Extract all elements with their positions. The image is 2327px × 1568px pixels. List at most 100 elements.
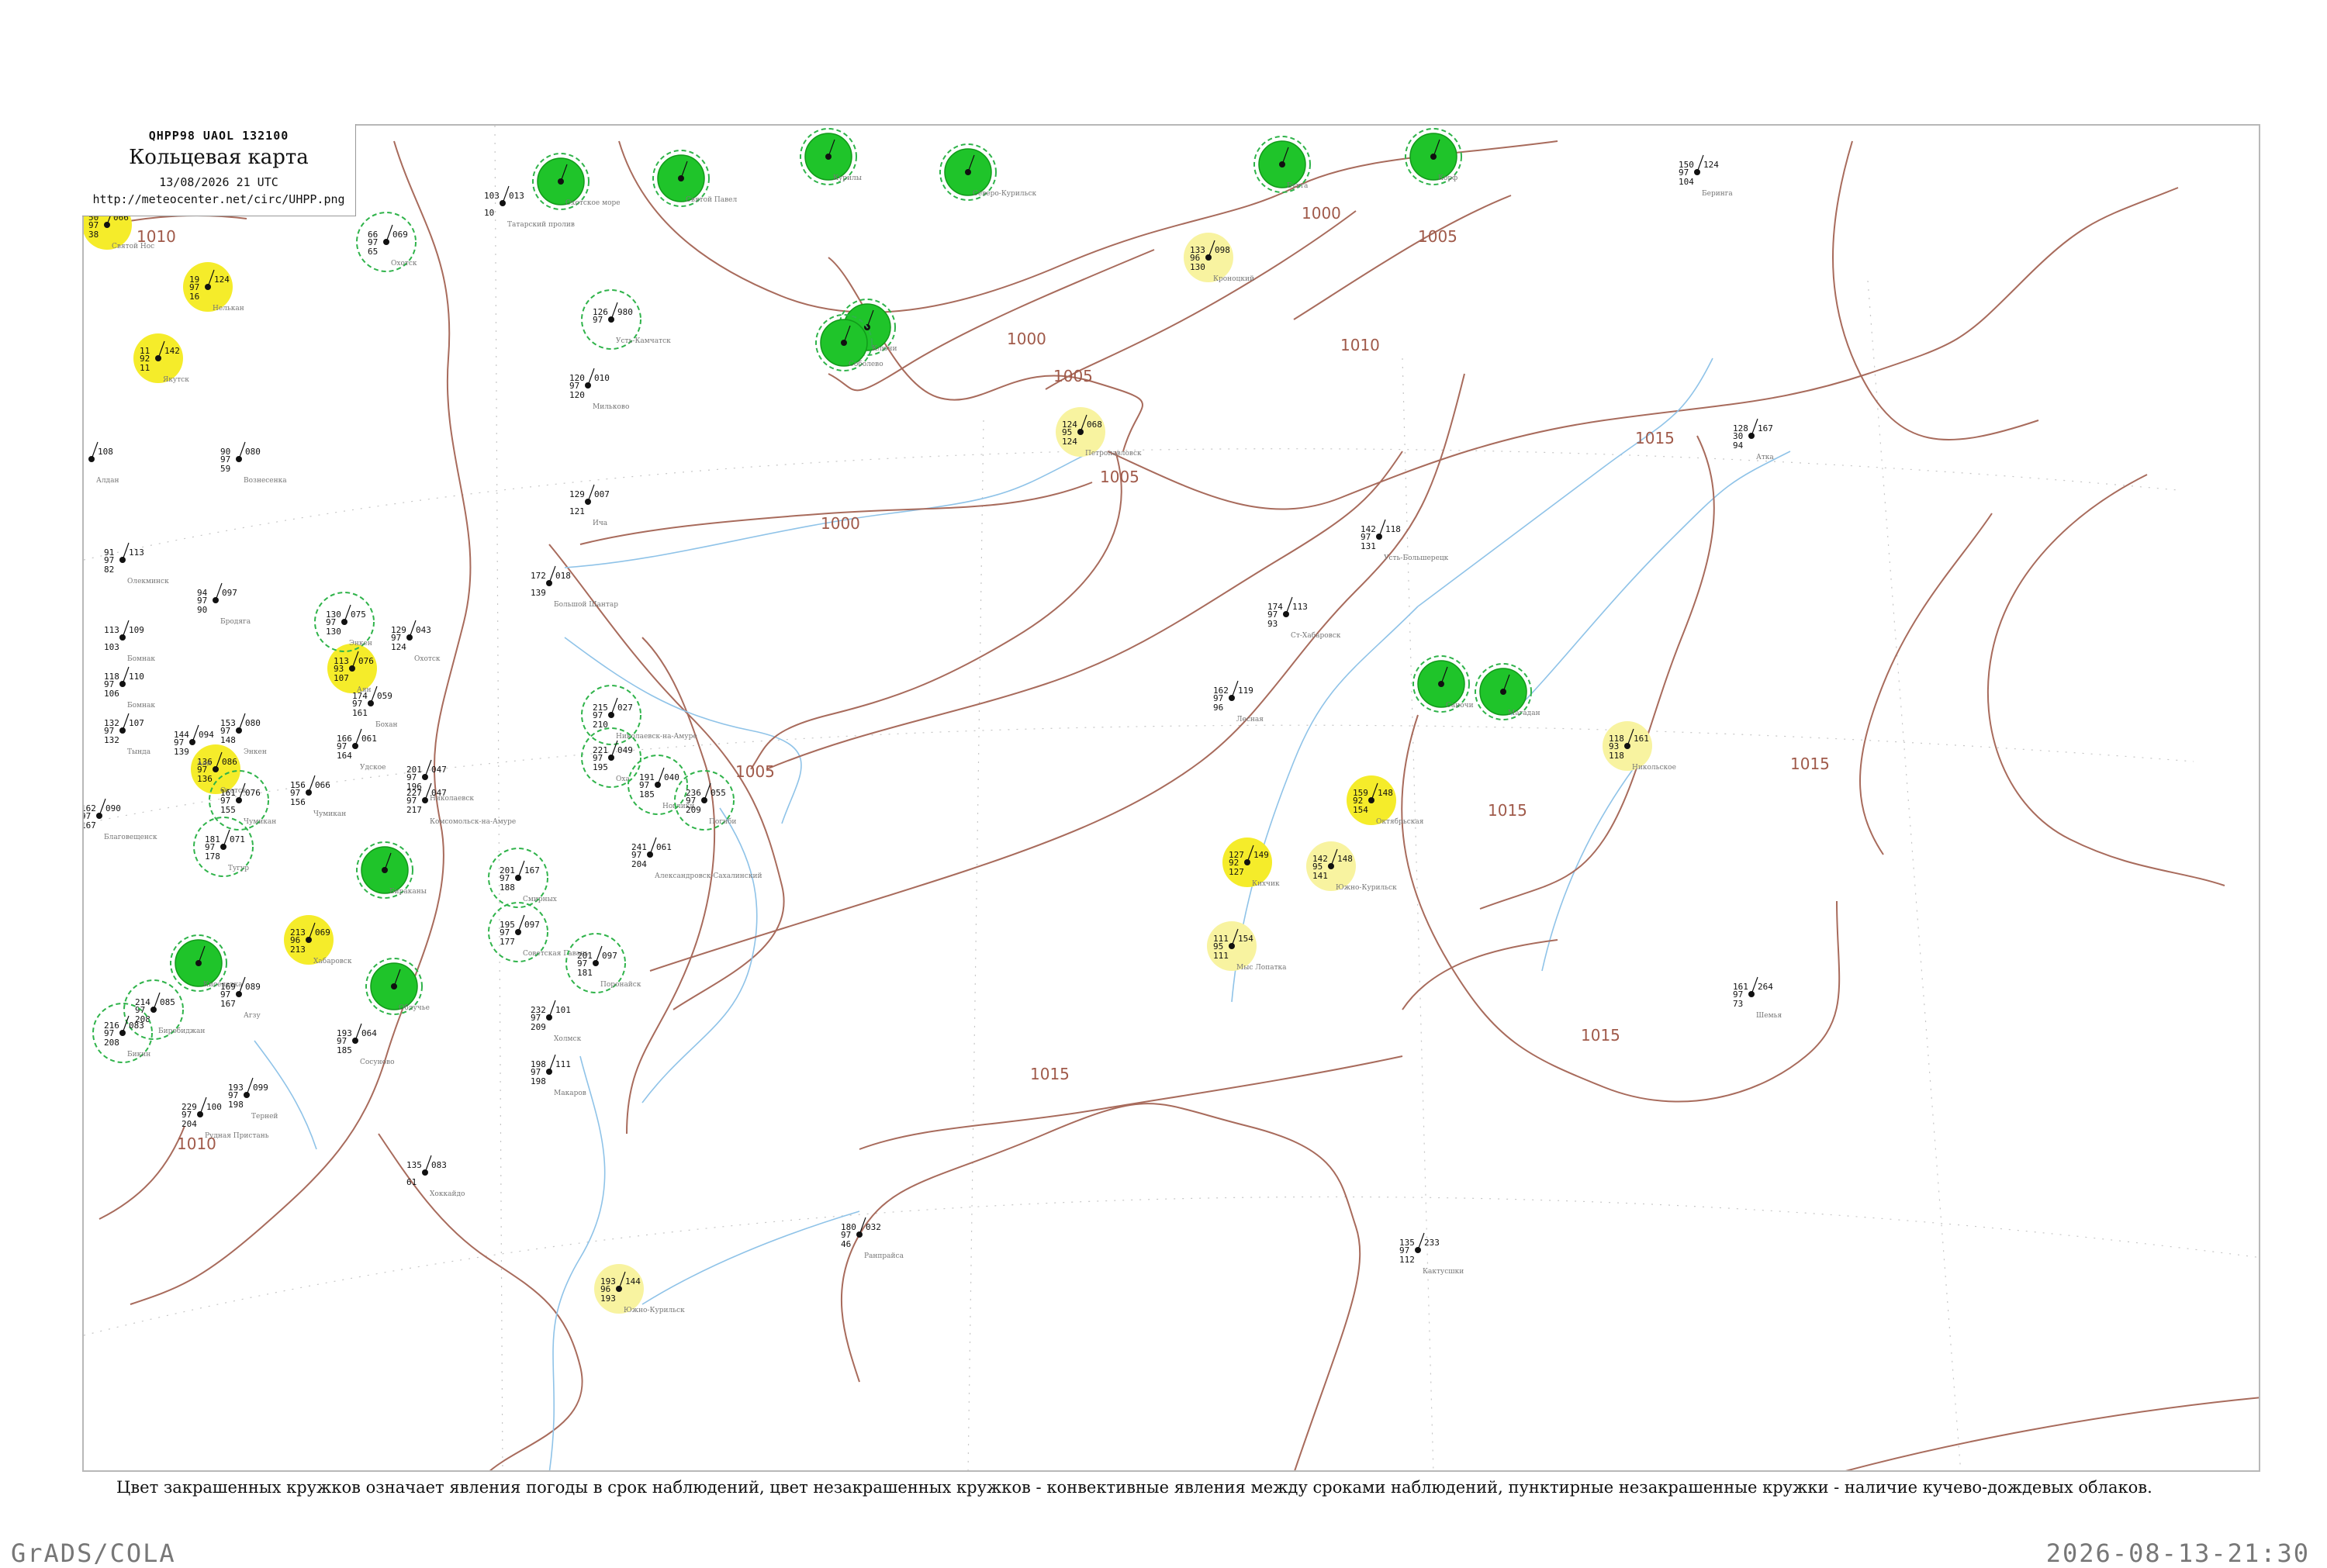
station-name: Мыс Лопатка [1236, 964, 1287, 972]
station-pressure: 161 [1634, 734, 1649, 744]
station-dewpoint: 131 [1361, 541, 1376, 551]
station-st-65[interactable]: 156 06697156Чумикан [290, 775, 346, 818]
station-dewpoint: 73 [1733, 999, 1743, 1009]
wind-barb-icon [649, 837, 657, 855]
isobar-label: 1005 [1053, 367, 1093, 385]
station-dewpoint: 112 [1399, 1255, 1415, 1265]
station-st-06[interactable]: Охотское море [532, 153, 621, 210]
station-st-54[interactable]: 193 06497185Сосуново [337, 1023, 395, 1066]
station-st-70[interactable]: 118 11097106Бомнак [104, 666, 155, 710]
wind-barb-icon [192, 724, 199, 743]
wind-barb-icon [122, 666, 130, 685]
station-st-17[interactable]: 124 06895124Петропавловск [1056, 407, 1142, 458]
station-dewpoint: 94 [1733, 440, 1744, 451]
station-pressure: 047 [431, 788, 447, 798]
station-st-75[interactable]: 94 0979790Бродяга [197, 582, 251, 626]
station-st-16[interactable]: 120 01097120Мильково [569, 368, 629, 411]
station-dewpoint: 16 [189, 292, 199, 302]
station-st-18[interactable]: 150 12497104Беринга [1679, 154, 1733, 198]
station-st-02[interactable]: 19 1249716Нелькан [183, 262, 244, 313]
isobar-label: 1015 [1581, 1026, 1620, 1045]
station-st-60[interactable]: 161 2649773Шемья [1733, 976, 1782, 1020]
map-url[interactable]: http://meteocenter.net/circ/UHPP.png [82, 192, 355, 206]
station-st-44[interactable]: 201 16797188Смирных [488, 848, 557, 908]
station-st-57[interactable]: 135 083 61 Хоккайдо [406, 1155, 465, 1198]
station-st-28[interactable]: 162 1199796Лесная [1213, 680, 1264, 724]
station-st-72[interactable]: 16209097167Благовещенск [84, 798, 157, 841]
station-st-27[interactable]: 130 07597130Энкен [314, 592, 375, 652]
station-dewpoint: 161 [352, 708, 368, 718]
wind-barb-icon [215, 582, 223, 601]
station-st-41[interactable]: Бираканы [356, 841, 427, 899]
station-name: Макаров [554, 1090, 586, 1097]
wind-barb-icon [517, 914, 525, 933]
station-st-52[interactable]: 232 10197209Холмск [531, 1000, 582, 1043]
station-dewpoint: 106 [104, 689, 119, 699]
station-name: Святой Павел [686, 196, 737, 204]
station-dewpoint: 181 [577, 968, 593, 978]
station-st-46[interactable]: 201 09797181Поронайск [565, 933, 641, 993]
station-st-49[interactable]: Облучье [365, 958, 430, 1015]
station-st-08[interactable]: Курилы [800, 128, 862, 185]
station-st-26[interactable]: 113 07693107Аян [327, 644, 377, 694]
station-st-30[interactable]: 159 14892154Октябрьская [1347, 775, 1424, 826]
station-st-19[interactable]: 129 007 121 Ича [569, 484, 610, 527]
station-st-74[interactable]: 91 1139782Олекминск [104, 542, 169, 585]
station-dewpoint: 136 [197, 774, 213, 784]
station-pressure: 013 [509, 191, 524, 201]
station-st-24[interactable]: Саночи [1412, 655, 1474, 713]
isobar-label: 1000 [1007, 330, 1046, 348]
wind-barb-icon [122, 1015, 130, 1034]
station-dewpoint: 103 [104, 642, 119, 652]
station-name: Ключи [872, 345, 897, 353]
station-st-43[interactable]: 213 06996213Хабаровск [284, 915, 352, 965]
station-st-31[interactable]: 127 14992127Кихчик [1222, 838, 1280, 888]
station-st-04[interactable]: 66 0699765Охотск [356, 212, 417, 272]
station-st-03[interactable]: 11 1429211Якутск [133, 333, 189, 384]
station-st-45[interactable]: 195 09797177Советская Гавань [488, 902, 589, 962]
station-st-20[interactable]: 172 018 139 Большой Шантар [531, 565, 618, 609]
station-dewpoint: 82 [104, 565, 114, 575]
station-st-32[interactable]: 142 14895141Южно-Курильск [1306, 841, 1397, 892]
station-pressure: 061 [361, 734, 377, 744]
station-st-13[interactable]: 126 98097Усть-Камчатск [581, 289, 671, 350]
wind-barb-icon [153, 992, 161, 1010]
station-st-22[interactable]: 142 11897131Усть-Большерецк [1361, 519, 1449, 562]
station-st-33[interactable]: 111 15495111Мыс Лопатка [1207, 921, 1287, 972]
station-st-12[interactable]: 133 09896130Кроноцкий [1184, 233, 1254, 283]
wind-barb-icon [610, 740, 618, 758]
station-st-76[interactable]: 651089758Алдан [84, 441, 119, 485]
station-name: Петропавловск [1085, 450, 1142, 458]
station-st-69[interactable]: 174 05997161Бохан [352, 686, 397, 729]
coastlines [130, 140, 2259, 1470]
station-st-10[interactable]: Бухта [1253, 136, 1311, 193]
station-st-53[interactable]: 198 11197198Макаров [531, 1054, 586, 1097]
station-st-37[interactable]: 236 05597209Погиби [674, 770, 736, 831]
station-st-21[interactable]: 128 1673094Атка [1733, 418, 1774, 461]
station-st-59[interactable]: 135 23397112Кактусшки [1399, 1232, 1464, 1276]
station-name: Беринга [1702, 190, 1733, 198]
station-st-36[interactable]: 191 04097185Ноглики [628, 755, 694, 815]
station-st-07[interactable]: Святой Павел [652, 150, 737, 207]
station-st-47[interactable]: 241 06197204Александровск-Сахалинский [631, 837, 762, 880]
isobar-label: 1015 [1030, 1065, 1070, 1083]
station-st-66[interactable]: 129 04397124Охотск [391, 620, 441, 663]
station-st-71[interactable]: 132 10797132Тында [104, 713, 151, 756]
station-pressure: 027 [617, 703, 633, 713]
station-st-55[interactable]: 193 09997198Терней [228, 1077, 278, 1121]
station-st-29[interactable]: 118 16193118Никольское [1603, 721, 1676, 772]
station-st-64[interactable]: 166 06197164Удское [337, 728, 386, 772]
station-st-68[interactable]: 227 04797217Комсомольск-на-Амуре [406, 782, 516, 826]
isobar-label: 1010 [1340, 336, 1380, 354]
station-st-73[interactable]: 113 109 103 Бомнак [104, 620, 155, 663]
station-st-38[interactable]: 136 08697136Охотск [191, 744, 247, 795]
station-st-11[interactable]: Корф [1405, 128, 1462, 185]
station-st-77[interactable]: 90 0809759Вознесенка [220, 441, 287, 485]
station-dewpoint: 107 [334, 673, 349, 683]
wind-barb-icon [409, 620, 417, 638]
station-pressure: 007 [594, 489, 610, 499]
station-st-09[interactable]: Северо-Курильск [939, 143, 1037, 201]
station-st-61[interactable]: 193 14496193Южно-Курильск [594, 1264, 685, 1314]
station-dewpoint: 139 [531, 588, 546, 598]
station-st-25[interactable]: Магадан [1475, 663, 1540, 720]
